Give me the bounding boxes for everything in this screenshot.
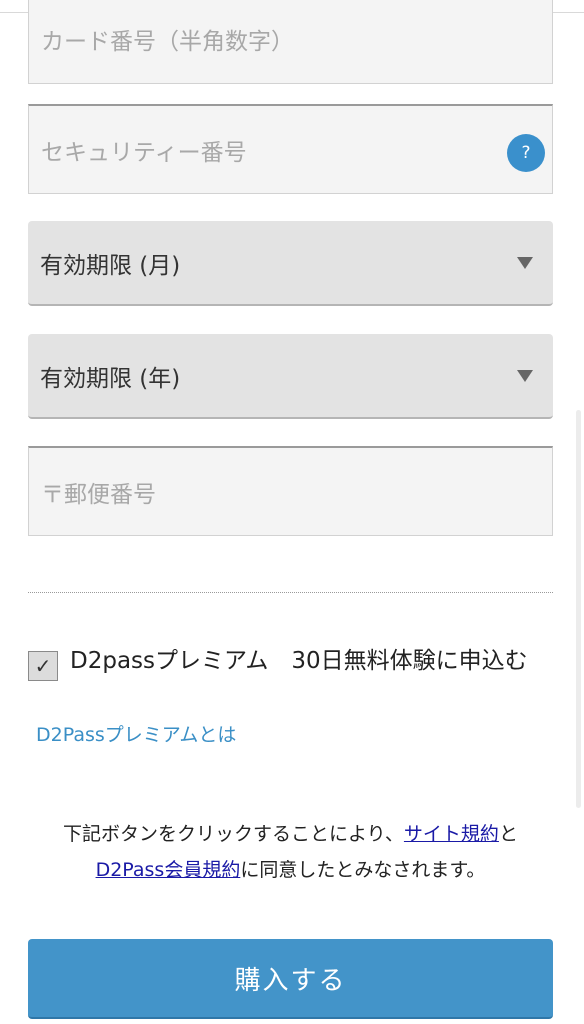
premium-trial-label[interactable]: D2passプレミアム 30日無料体験に申込む <box>70 648 528 674</box>
expiry-year-select[interactable]: 有効期限 (年) <box>28 334 553 419</box>
expiry-month-label: 有効期限 (月) <box>40 252 181 279</box>
premium-trial-option: ✓ D2passプレミアム 30日無料体験に申込む <box>28 644 553 681</box>
card-number-input[interactable]: カード番号（半角数字） <box>28 0 553 84</box>
agreement-notice: 下記ボタンをクリックすることにより、サイト規約と D2Pass会員規約に同意したと… <box>28 816 553 888</box>
scrollbar[interactable] <box>576 410 581 808</box>
premium-trial-checkbox[interactable]: ✓ <box>28 651 58 681</box>
security-code-placeholder: セキュリティー番号 <box>41 139 247 166</box>
expiry-year-label: 有効期限 (年) <box>40 365 181 392</box>
dropdown-arrow-icon <box>517 369 533 382</box>
section-divider <box>28 592 553 593</box>
payment-form-page: カード番号（半角数字） セキュリティー番号 ? 有効期限 (月) 有効期限 (年… <box>0 0 584 1024</box>
card-number-placeholder: カード番号（半角数字） <box>41 29 294 55</box>
agreement-text-before: 下記ボタンをクリックすることにより、 <box>63 823 404 845</box>
expiry-month-select[interactable]: 有効期限 (月) <box>28 221 553 306</box>
security-code-input[interactable]: セキュリティー番号 ? <box>28 104 553 194</box>
postal-code-input[interactable]: 〒郵便番号 <box>28 446 553 536</box>
agreement-text-after: に同意したとみなされます。 <box>240 859 486 881</box>
agreement-text-and: と <box>498 823 518 845</box>
premium-info-link[interactable]: D2Passプレミアムとは <box>36 720 236 747</box>
dropdown-arrow-icon <box>517 256 533 269</box>
purchase-button[interactable]: 購入する <box>28 939 553 1019</box>
site-terms-link[interactable]: サイト規約 <box>404 823 499 845</box>
member-terms-link[interactable]: D2Pass会員規約 <box>96 859 241 881</box>
postal-code-placeholder: 〒郵便番号 <box>41 481 156 508</box>
help-icon[interactable]: ? <box>507 134 545 172</box>
